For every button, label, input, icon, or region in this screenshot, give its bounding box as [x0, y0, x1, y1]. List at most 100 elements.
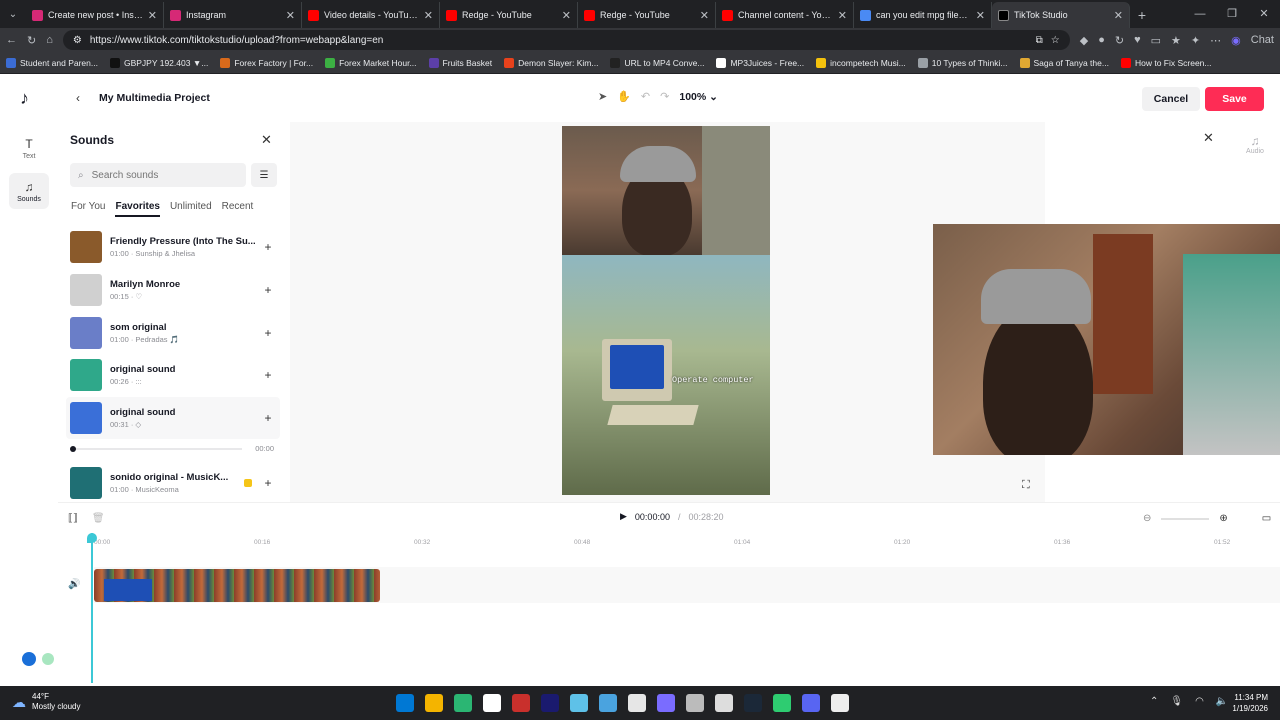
- add-sound-button[interactable]: +: [260, 326, 276, 340]
- add-sound-button[interactable]: +: [260, 283, 276, 297]
- browser-tab[interactable]: Channel content - YouTube ✕: [716, 2, 854, 28]
- favorites-icon[interactable]: ★: [1171, 34, 1181, 47]
- tab-close-icon[interactable]: ✕: [424, 9, 433, 22]
- browser-tab[interactable]: Redge - YouTube ✕: [440, 2, 578, 28]
- weather-widget[interactable]: ☁ 44°F Mostly cloudy: [12, 692, 80, 712]
- taskbar-app-icon[interactable]: [396, 694, 414, 712]
- zoom-out-icon[interactable]: ⊖: [1143, 513, 1151, 524]
- cancel-button[interactable]: Cancel: [1142, 87, 1200, 111]
- taskbar-app-icon[interactable]: [831, 694, 849, 712]
- sound-item[interactable]: sonido original - MusicK... 01:00 · Music…: [66, 461, 280, 504]
- zoom-dropdown[interactable]: 100% ⌄: [679, 91, 718, 103]
- bookmark-item[interactable]: Fruits Basket: [428, 57, 492, 68]
- extension-icon[interactable]: ●: [1098, 34, 1105, 47]
- clock[interactable]: 11:34 PM 1/19/2026: [1218, 692, 1268, 714]
- close-icon[interactable]: ✕: [1203, 130, 1214, 146]
- close-icon[interactable]: ✕: [261, 132, 272, 148]
- hand-tool-icon[interactable]: ✋: [617, 90, 631, 103]
- captions-icon[interactable]: ▭: [1262, 513, 1271, 524]
- browser-tab[interactable]: Instagram ✕: [164, 2, 302, 28]
- video-clip[interactable]: [94, 569, 380, 602]
- bookmark-item[interactable]: Saga of Tanya the...: [1019, 57, 1109, 68]
- chat-label[interactable]: Chat: [1251, 34, 1274, 47]
- tab-close-icon[interactable]: ✕: [148, 9, 157, 22]
- sound-item[interactable]: original sound 00:26 · ::: +: [66, 354, 280, 397]
- tab-close-icon[interactable]: ✕: [562, 9, 571, 22]
- open-in-app-icon[interactable]: ⧉: [1036, 35, 1043, 46]
- bookmark-item[interactable]: 10 Types of Thinki...: [917, 57, 1008, 68]
- wifi-icon[interactable]: ◠: [1195, 696, 1204, 707]
- tab-close-icon[interactable]: ✕: [286, 9, 295, 22]
- zoom-slider[interactable]: [1161, 517, 1210, 520]
- playhead[interactable]: [91, 533, 93, 683]
- bookmark-star-icon[interactable]: ☆: [1051, 35, 1060, 46]
- extensions-icon[interactable]: ✦: [1191, 34, 1200, 47]
- reload-icon[interactable]: ↻: [27, 34, 36, 47]
- close-window-icon[interactable]: ✕: [1248, 0, 1280, 28]
- taskbar-app-icon[interactable]: [744, 694, 762, 712]
- tab-search-icon[interactable]: ⌄: [0, 0, 26, 28]
- add-sound-button[interactable]: +: [260, 368, 276, 382]
- assistant-icon[interactable]: [22, 652, 36, 666]
- rail-item-sounds[interactable]: ♫ Sounds: [9, 173, 49, 209]
- bookmark-item[interactable]: Forex Market Hour...: [325, 57, 417, 68]
- sound-item[interactable]: Marilyn Monroe 00:15 · ♡ +: [66, 269, 280, 312]
- rail-item-text[interactable]: T Text: [9, 130, 49, 166]
- tab-close-icon[interactable]: ✕: [700, 9, 709, 22]
- taskbar-app-icon[interactable]: [570, 694, 588, 712]
- refresh-icon[interactable]: ↻: [1115, 34, 1124, 47]
- back-icon[interactable]: ←: [6, 34, 17, 46]
- chevron-up-icon[interactable]: ⌃: [1150, 696, 1158, 707]
- browser-tab[interactable]: can you edit mpg files on ca ✕: [854, 2, 992, 28]
- bookmark-item[interactable]: GBPJPY 192.403 ▼...: [109, 57, 208, 68]
- play-icon[interactable]: ▶: [620, 511, 627, 522]
- more-menu-icon[interactable]: ⋯: [1210, 34, 1221, 47]
- taskbar-app-icon[interactable]: [686, 694, 704, 712]
- taskbar-app-icon[interactable]: [599, 694, 617, 712]
- redo-icon[interactable]: ↷: [660, 90, 669, 103]
- tab-close-icon[interactable]: ✕: [838, 9, 847, 22]
- home-icon[interactable]: ⌂: [46, 34, 53, 46]
- taskbar-app-icon[interactable]: [628, 694, 646, 712]
- new-tab-button[interactable]: +: [1130, 2, 1154, 28]
- filter-button[interactable]: ☰: [251, 163, 277, 187]
- tab-close-icon[interactable]: ✕: [1114, 9, 1123, 22]
- sound-item[interactable]: som original 01:00 · Pedradas 🎵 +: [66, 311, 280, 354]
- bookmark-item[interactable]: Forex Factory | For...: [220, 57, 313, 68]
- taskbar-app-icon[interactable]: [483, 694, 501, 712]
- taskbar-app-icon[interactable]: [773, 694, 791, 712]
- back-chevron-icon[interactable]: ‹: [76, 91, 80, 105]
- search-box[interactable]: ⌕: [70, 163, 246, 187]
- bookmark-item[interactable]: How to Fix Screen...: [1120, 57, 1212, 68]
- minimize-icon[interactable]: —: [1184, 0, 1216, 28]
- taskbar-app-icon[interactable]: [541, 694, 559, 712]
- sound-item[interactable]: Friendly Pressure (Into The Su... 01:00 ·…: [66, 226, 280, 269]
- zoom-in-icon[interactable]: ⊕: [1219, 513, 1227, 524]
- player-scrubber[interactable]: [70, 446, 76, 453]
- bookmark-item[interactable]: incompetech Musi...: [816, 57, 906, 68]
- bookmark-item[interactable]: URL to MP4 Conve...: [610, 57, 704, 68]
- fullscreen-icon[interactable]: ⛶: [1022, 479, 1030, 492]
- taskbar-app-icon[interactable]: [657, 694, 675, 712]
- tab-favorites[interactable]: Favorites: [115, 201, 160, 217]
- tab-unlimited[interactable]: Unlimited: [170, 201, 212, 217]
- search-input[interactable]: [91, 169, 232, 181]
- bookmark-item[interactable]: MP3Juices - Free...: [716, 57, 804, 68]
- taskbar-app-icon[interactable]: [715, 694, 733, 712]
- browser-tab[interactable]: TikTok Studio ✕: [992, 2, 1130, 28]
- url-field[interactable]: ⚙ https://www.tiktok.com/tiktokstudio/up…: [62, 30, 1070, 50]
- browser-tab[interactable]: Video details - YouTube Stud ✕: [302, 2, 440, 28]
- add-sound-button[interactable]: +: [260, 411, 276, 425]
- bookmark-item[interactable]: Student and Paren...: [6, 57, 98, 68]
- add-sound-button[interactable]: +: [260, 476, 276, 490]
- save-button[interactable]: Save: [1205, 87, 1264, 111]
- restore-icon[interactable]: ❐: [1216, 0, 1248, 28]
- tab-recent[interactable]: Recent: [222, 201, 254, 217]
- extension-icon[interactable]: ◆: [1080, 34, 1088, 47]
- taskbar-app-icon[interactable]: [512, 694, 530, 712]
- browser-tab[interactable]: Redge - YouTube ✕: [578, 2, 716, 28]
- browser-tab[interactable]: Create new post • Instagram ✕: [26, 2, 164, 28]
- player-track[interactable]: [72, 448, 242, 451]
- microphone-icon[interactable]: 🎙: [1170, 696, 1183, 707]
- tab-for-you[interactable]: For You: [71, 201, 105, 217]
